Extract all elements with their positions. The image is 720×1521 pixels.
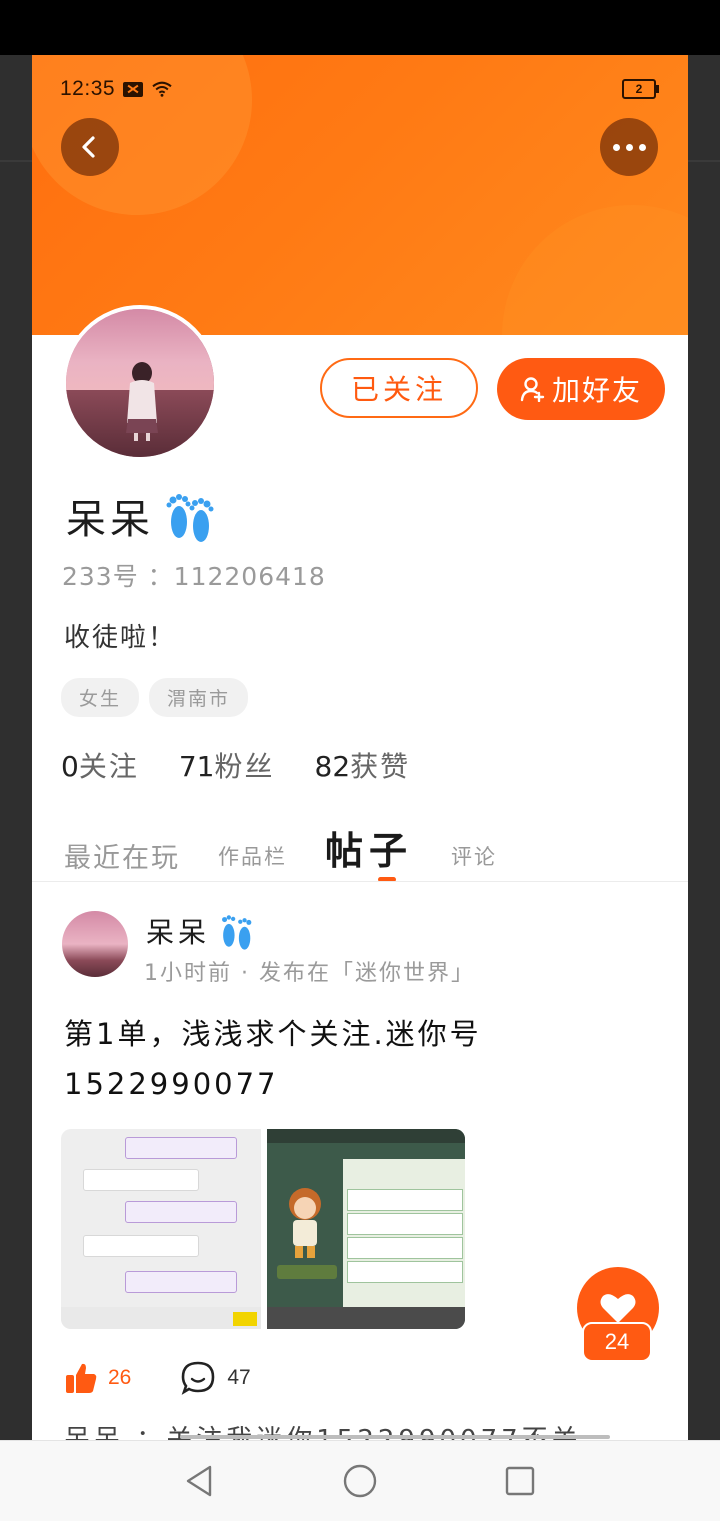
banner-decor xyxy=(502,205,688,335)
profile-screen: 12:35 2 已关注 加好友 呆呆 233号 ：112206418 收徒啦！ … xyxy=(32,55,688,1440)
followed-button[interactable]: 已关注 xyxy=(320,358,478,418)
profile-stats: 0关注 71粉丝 82获赞 xyxy=(61,745,410,785)
background-left xyxy=(0,55,32,1440)
nav-back-icon[interactable] xyxy=(182,1463,218,1499)
stat-following[interactable]: 0关注 xyxy=(61,745,139,785)
feet-icon xyxy=(166,494,214,542)
thumb-up-icon[interactable] xyxy=(64,1361,98,1395)
tab-posts[interactable]: 帖子 xyxy=(325,820,413,875)
profile-tags: 女生 渭南市 xyxy=(61,678,249,717)
comment-count: 47 xyxy=(227,1366,251,1389)
post-image[interactable] xyxy=(267,1129,465,1329)
add-friend-label: 加好友 xyxy=(551,374,642,407)
back-button[interactable] xyxy=(61,118,119,176)
like-count: 26 xyxy=(108,1366,132,1389)
add-friend-button[interactable]: 加好友 xyxy=(497,358,665,420)
nav-home-icon[interactable] xyxy=(342,1463,378,1499)
back-arrow-icon xyxy=(82,136,95,158)
more-button[interactable] xyxy=(600,118,658,176)
profile-banner: 12:35 2 xyxy=(32,55,688,335)
fab-like-count: 24 xyxy=(582,1322,652,1362)
status-bar: 12:35 xyxy=(60,75,173,103)
stat-likes[interactable]: 82获赞 xyxy=(315,745,411,785)
tag-gender: 女生 xyxy=(61,678,140,717)
battery-indicator: 2 xyxy=(622,79,659,99)
device-top-bar xyxy=(0,0,720,55)
message-icon xyxy=(123,81,144,97)
background-right xyxy=(688,55,720,1440)
tag-location: 渭南市 xyxy=(149,678,249,717)
post-text[interactable]: 第1单，浅浅求个关注.迷你号1522990077 xyxy=(64,1009,664,1109)
post-image[interactable] xyxy=(61,1129,261,1329)
avatar-figure xyxy=(126,362,158,441)
heart-icon xyxy=(600,1294,636,1323)
tab-works[interactable]: 作品栏 xyxy=(218,841,287,871)
tab-recent[interactable]: 最近在玩 xyxy=(64,836,180,875)
post-author-name[interactable]: 呆呆 xyxy=(146,911,210,951)
nav-recent-icon[interactable] xyxy=(502,1463,538,1499)
add-user-icon xyxy=(520,377,545,402)
tab-comments[interactable]: 评论 xyxy=(451,841,497,871)
divider xyxy=(32,881,688,882)
system-nav-bar xyxy=(0,1440,720,1521)
post-meta: 1小时前 · 发布在「迷你世界」 xyxy=(144,961,475,986)
comment-icon[interactable] xyxy=(179,1359,217,1397)
more-icon xyxy=(612,143,646,151)
post-author-row: 呆呆 xyxy=(146,911,256,951)
status-time: 12:35 xyxy=(60,77,116,100)
profile-name: 呆呆 xyxy=(66,497,154,543)
profile-tabs: 最近在玩 作品栏 帖子 评论 xyxy=(64,815,535,875)
profile-name-row: 呆呆 xyxy=(66,487,216,545)
wifi-icon xyxy=(152,81,172,97)
scrollbar[interactable] xyxy=(180,1435,610,1439)
post-author-avatar[interactable] xyxy=(62,911,128,977)
profile-avatar[interactable] xyxy=(62,305,218,461)
stat-fans[interactable]: 71粉丝 xyxy=(179,745,275,785)
feet-icon xyxy=(222,915,252,950)
profile-bio: 收徒啦！ xyxy=(64,623,177,653)
user-id[interactable]: 233号 ：112206418 xyxy=(62,557,326,593)
post-actions: 26 47 xyxy=(64,1359,251,1397)
